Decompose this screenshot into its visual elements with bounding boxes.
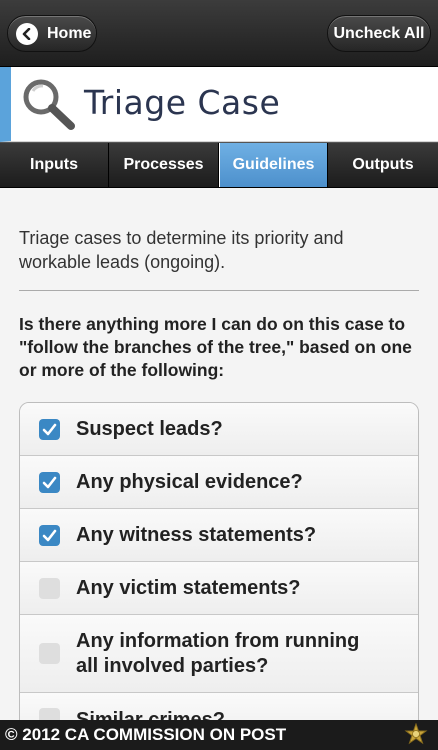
checkbox-label: Any victim statements? [76, 576, 301, 599]
home-button[interactable]: Home [7, 15, 97, 52]
checkbox-item-victim-statements[interactable]: Any victim statements? [20, 562, 418, 615]
uncheck-all-button[interactable]: Uncheck All [327, 15, 431, 52]
checkbox-item-witness-statements[interactable]: Any witness statements? [20, 509, 418, 562]
tab-guidelines[interactable]: Guidelines [219, 143, 328, 187]
checkbox-item-physical-evidence[interactable]: Any physical evidence? [20, 456, 418, 509]
checkbox-label: Any witness statements? [76, 523, 317, 546]
intro-text: Triage cases to determine its priority a… [19, 228, 344, 272]
checkbox-unchecked-icon[interactable] [39, 708, 60, 720]
checkbox-label: Suspect leads? [76, 417, 223, 440]
divider [19, 290, 419, 291]
chevron-left-icon [16, 22, 38, 45]
question-text: Is there anything more I can do on this … [19, 314, 412, 380]
checkbox-unchecked-icon[interactable] [39, 643, 60, 664]
checkbox-label: Any physical evidence? [76, 470, 303, 493]
checkbox-checked-icon[interactable] [39, 471, 60, 493]
checkbox-list: Suspect leads? Any physical evidence? An… [19, 402, 419, 720]
home-button-label: Home [47, 24, 92, 42]
copyright-text: © 2012 CA COMMISSION ON POST [5, 725, 287, 744]
tab-bar: Inputs Processes Guidelines Outputs [0, 142, 438, 188]
checkbox-checked-icon[interactable] [39, 524, 60, 546]
checkbox-label: Any information from running all involve… [76, 629, 360, 677]
tab-processes[interactable]: Processes [109, 143, 219, 187]
checkbox-item-similar-crimes[interactable]: Similar crimes? [20, 693, 418, 720]
uncheck-all-label: Uncheck All [333, 24, 425, 42]
checkbox-checked-icon[interactable] [39, 418, 60, 440]
magnifier-icon [19, 75, 81, 138]
tab-inputs[interactable]: Inputs [0, 143, 109, 187]
main-content: Triage cases to determine its priority a… [0, 188, 438, 720]
top-bar: Home Uncheck All [0, 0, 438, 67]
checkbox-unchecked-icon[interactable] [39, 577, 60, 599]
checkbox-item-involved-parties[interactable]: Any information from running all involve… [20, 615, 418, 693]
page-title: Triage Case [84, 83, 281, 122]
post-badge-icon [404, 722, 428, 750]
checkbox-item-suspect-leads[interactable]: Suspect leads? [20, 403, 418, 456]
checkbox-label: Similar crimes? [76, 709, 225, 720]
page-banner: Triage Case [0, 67, 438, 142]
footer: © 2012 CA COMMISSION ON POST [0, 720, 438, 750]
tab-outputs[interactable]: Outputs [328, 143, 438, 187]
